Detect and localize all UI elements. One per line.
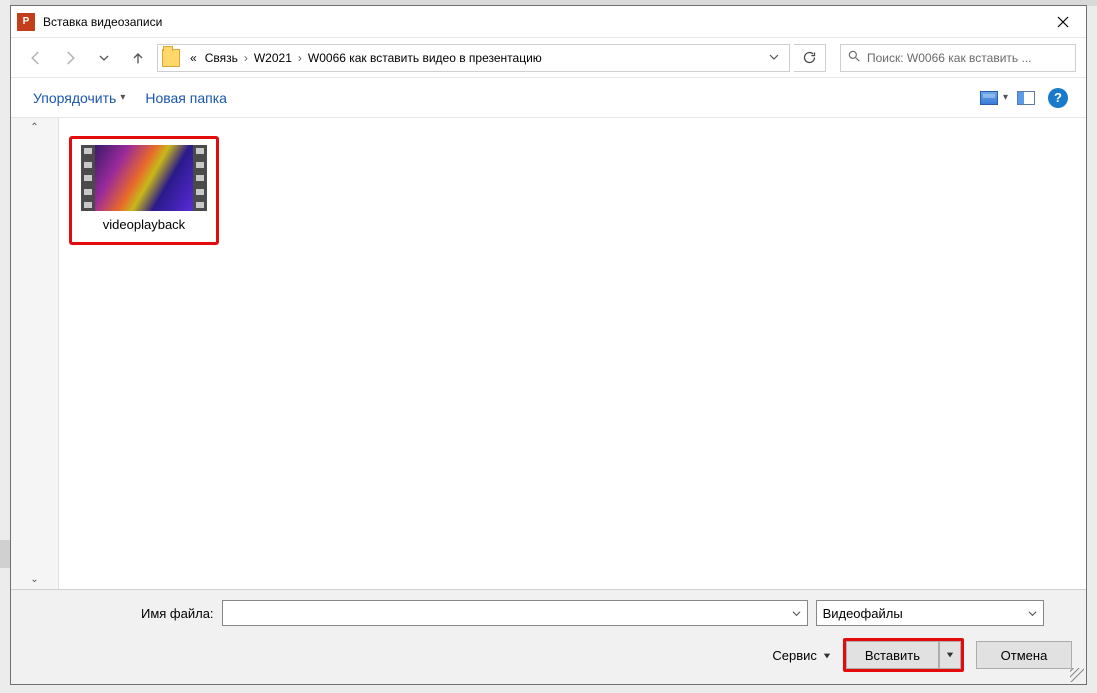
resize-grip[interactable] xyxy=(1070,668,1084,682)
new-folder-button[interactable]: Новая папка xyxy=(137,86,235,110)
help-icon: ? xyxy=(1048,88,1068,108)
toolbar: Упорядочить ▾ Новая папка ▾ ? xyxy=(11,78,1086,118)
up-button[interactable] xyxy=(123,43,153,73)
chevron-down-icon xyxy=(823,648,831,663)
chevron-right-icon[interactable]: › xyxy=(242,51,250,65)
chevron-down-icon[interactable] xyxy=(792,606,801,621)
insert-dropdown-button[interactable] xyxy=(939,641,961,669)
preview-pane-icon xyxy=(1017,91,1035,105)
cancel-label: Отмена xyxy=(1001,648,1048,663)
forward-button[interactable] xyxy=(55,43,85,73)
powerpoint-icon: P xyxy=(17,13,35,31)
insert-label: Вставить xyxy=(865,648,920,663)
nav-pane-collapsed[interactable]: ⌃ ⌄ xyxy=(11,118,59,589)
tools-button[interactable]: Сервис xyxy=(772,648,831,663)
tools-label: Сервис xyxy=(772,648,817,663)
breadcrumb-item[interactable]: W0066 как вставить видео в презентацию xyxy=(304,51,546,65)
breadcrumb-item[interactable]: W2021 xyxy=(250,51,296,65)
organize-button[interactable]: Упорядочить ▾ xyxy=(25,86,133,110)
insert-button-highlight: Вставить xyxy=(843,638,964,672)
view-mode-button[interactable] xyxy=(975,84,1003,112)
cancel-button[interactable]: Отмена xyxy=(976,641,1072,669)
close-button[interactable] xyxy=(1040,6,1086,38)
film-strip-icon xyxy=(193,145,207,211)
file-list[interactable]: videoplayback xyxy=(59,118,1086,589)
filetype-label: Видеофайлы xyxy=(823,606,903,621)
search-placeholder: Поиск: W0066 как вставить ... xyxy=(867,51,1031,65)
back-button[interactable] xyxy=(21,43,51,73)
filename-label: Имя файла: xyxy=(141,606,214,621)
new-folder-label: Новая папка xyxy=(145,90,227,106)
filename-input[interactable] xyxy=(222,600,808,626)
dialog-title: Вставка видеозаписи xyxy=(43,15,162,29)
breadcrumb-item[interactable]: Связь xyxy=(201,51,242,65)
recent-locations-button[interactable] xyxy=(89,43,119,73)
search-icon xyxy=(847,49,861,66)
file-name-label: videoplayback xyxy=(103,217,185,232)
filetype-dropdown[interactable]: Видеофайлы xyxy=(816,600,1044,626)
folder-icon xyxy=(162,49,180,67)
chevron-down-icon[interactable] xyxy=(1028,606,1037,621)
picture-icon xyxy=(980,91,998,105)
bottom-panel: Имя файла: Видеофайлы Сервис xyxy=(11,589,1086,684)
breadcrumb[interactable]: « Связь › W2021 › W0066 как вставить вид… xyxy=(157,44,790,72)
scroll-up-icon[interactable]: ⌃ xyxy=(11,122,58,133)
scroll-down-icon[interactable]: ⌄ xyxy=(11,574,58,585)
insert-button[interactable]: Вставить xyxy=(846,641,939,669)
insert-video-dialog: P Вставка видеозаписи « Связь › W2021 › … xyxy=(10,5,1087,685)
search-input[interactable]: Поиск: W0066 как вставить ... xyxy=(840,44,1076,72)
refresh-button[interactable] xyxy=(794,44,826,72)
chevron-down-icon: ▾ xyxy=(120,92,125,103)
organize-label: Упорядочить xyxy=(33,90,116,106)
help-button[interactable]: ? xyxy=(1044,84,1072,112)
navbar: « Связь › W2021 › W0066 как вставить вид… xyxy=(11,38,1086,78)
main-area: ⌃ ⌄ videoplayback xyxy=(11,118,1086,589)
breadcrumb-prefix: « xyxy=(186,51,201,65)
chevron-down-icon[interactable]: ▾ xyxy=(1003,92,1008,103)
titlebar: P Вставка видеозаписи xyxy=(11,6,1086,38)
video-thumbnail xyxy=(81,145,207,211)
preview-pane-button[interactable] xyxy=(1012,84,1040,112)
chevron-right-icon[interactable]: › xyxy=(296,51,304,65)
file-item-videoplayback[interactable]: videoplayback xyxy=(69,136,219,245)
film-strip-icon xyxy=(81,145,95,211)
breadcrumb-dropdown[interactable] xyxy=(763,51,785,65)
